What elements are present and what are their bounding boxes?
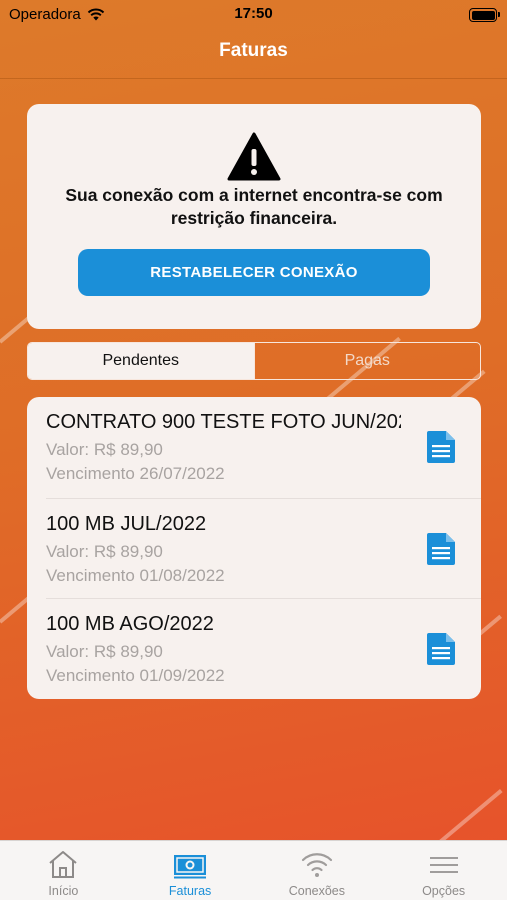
status-bar: Operadora 17:50 xyxy=(0,0,507,30)
menu-icon xyxy=(429,857,458,873)
invoice-row[interactable]: 100 MB AGO/2022 Valor: R$ 89,90 Vencimen… xyxy=(46,598,481,699)
wifi-icon xyxy=(301,853,332,877)
invoice-value: Valor: R$ 89,90 xyxy=(46,541,163,561)
document-icon[interactable] xyxy=(427,633,455,666)
money-icon xyxy=(174,855,207,879)
battery-icon xyxy=(469,8,500,22)
tab-label: Início xyxy=(48,884,79,898)
segment-pending[interactable]: Pendentes xyxy=(28,343,254,379)
restriction-alert-card: Sua conexão com a internet encontra-se c… xyxy=(27,104,481,329)
invoice-row[interactable]: CONTRATO 900 TESTE FOTO JUN/2022 Valor: … xyxy=(46,397,481,498)
invoice-title: CONTRATO 900 TESTE FOTO JUN/2022 xyxy=(46,411,401,433)
warning-icon xyxy=(227,132,281,181)
invoice-status-segmented-control: Pendentes Pagas xyxy=(27,342,481,380)
document-icon[interactable] xyxy=(427,431,455,463)
tab-bar: Início Faturas Conexões Opções xyxy=(0,840,507,900)
invoice-due-date: Vencimento 01/09/2022 xyxy=(46,666,225,686)
tab-faturas[interactable]: Faturas xyxy=(127,841,254,900)
clock: 17:50 xyxy=(234,5,273,22)
navigation-bar: Faturas xyxy=(0,30,507,79)
invoice-due-date: Vencimento 01/08/2022 xyxy=(46,565,225,585)
page-title: Faturas xyxy=(219,40,288,61)
tab-label: Faturas xyxy=(168,884,212,898)
home-icon xyxy=(49,851,78,878)
invoice-title: 100 MB AGO/2022 xyxy=(46,613,214,636)
invoice-due-date: Vencimento 26/07/2022 xyxy=(46,464,225,483)
invoice-row[interactable]: 100 MB JUL/2022 Valor: R$ 89,90 Vencimen… xyxy=(46,497,481,599)
tab-conexoes[interactable]: Conexões xyxy=(254,841,381,900)
reconnect-button[interactable]: RESTABELECER CONEXÃO xyxy=(78,249,430,296)
invoice-list: CONTRATO 900 TESTE FOTO JUN/2022 Valor: … xyxy=(27,397,481,699)
invoice-value: Valor: R$ 89,90 xyxy=(46,642,163,662)
invoice-title: 100 MB JUL/2022 xyxy=(46,512,207,535)
tab-label: Opções xyxy=(422,884,466,898)
tab-label: Conexões xyxy=(288,884,346,898)
alert-message: Sua conexão com a internet encontra-se c… xyxy=(65,185,443,228)
document-icon[interactable] xyxy=(427,532,455,565)
tab-inicio[interactable]: Início xyxy=(0,841,127,900)
segment-paid[interactable]: Pagas xyxy=(253,343,481,379)
invoice-value: Valor: R$ 89,90 xyxy=(46,440,163,459)
tab-opcoes[interactable]: Opções xyxy=(380,841,507,900)
